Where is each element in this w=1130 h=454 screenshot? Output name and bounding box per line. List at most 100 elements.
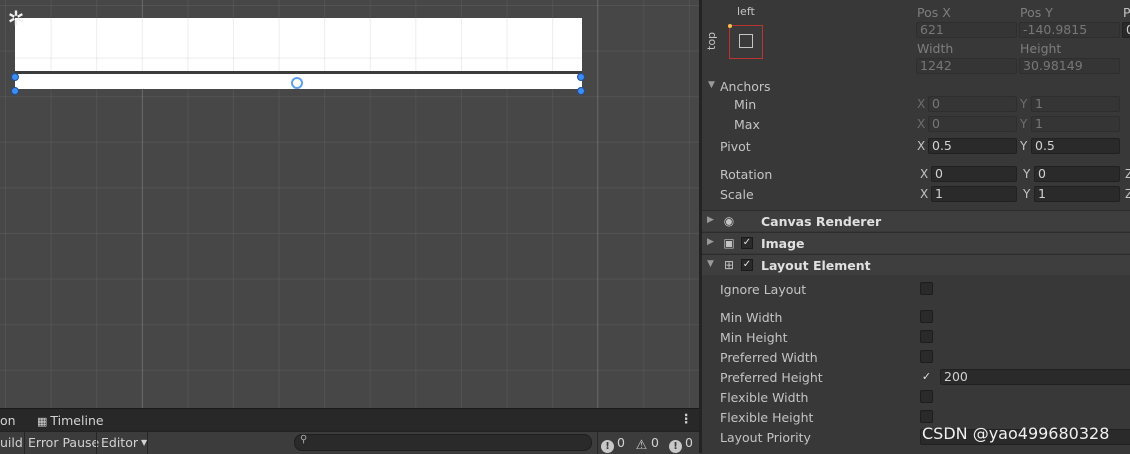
foldout-right-icon[interactable]: ▶ [707,215,714,225]
anchor-min-y-field[interactable]: 1 [1031,96,1120,112]
flexible-width-label: Flexible Width [720,390,809,405]
anchors-foldout-icon[interactable]: ▼ [708,80,715,90]
preferred-height-label: Preferred Height [720,370,823,385]
rotation-z-axis: Z [1125,167,1130,181]
canvas-renderer-header[interactable]: ▶ ◉ Canvas Renderer [702,210,1130,231]
rotation-x-axis: X [920,167,929,181]
preferred-height-checkbox[interactable]: ✓ [920,370,933,383]
editor-dropdown[interactable]: Editor ▼ [101,435,147,450]
pivot-y-field[interactable]: 0.5 [1031,138,1120,154]
min-width-label: Min Width [720,310,783,325]
min-height-checkbox[interactable] [920,330,933,343]
min-height-label: Min Height [720,330,788,345]
tab-timeline[interactable]: ▦ Timeline [37,413,104,428]
error-pause-build-button[interactable]: uild [0,435,23,450]
scale-label: Scale [720,187,754,202]
separator [597,432,598,454]
scale-x-field[interactable]: 1 [931,186,1017,202]
inspector-panel: left top Pos X Pos Y P 621 -140.9815 0 W… [702,0,1130,453]
pivot-handle[interactable] [291,77,303,89]
eye-icon: ◉ [723,214,735,228]
flexible-width-checkbox[interactable] [920,390,933,403]
rect-handle-top-right[interactable] [577,73,585,81]
height-field[interactable]: 30.98149 [1019,58,1120,74]
anchor-min-x-field[interactable]: 0 [928,96,1017,112]
rect-handle-bottom-right[interactable] [577,87,585,95]
error-pause-button[interactable]: Error Pause [28,435,99,450]
flexible-height-checkbox[interactable] [920,410,933,423]
separator [147,432,148,454]
pos-y-label: Pos Y [1020,5,1053,20]
scale-y-field[interactable]: 1 [1034,186,1120,202]
pos-y-field[interactable]: -140.9815 [1019,22,1120,38]
foldout-down-icon[interactable]: ▼ [707,259,714,269]
anchor-max-label: Max [734,117,760,132]
separator [96,432,97,454]
pivot-y-axis: Y [1020,139,1028,153]
ignore-layout-label: Ignore Layout [720,282,807,297]
anchors-label[interactable]: Anchors [720,79,771,94]
anchor-max-x-axis: X [917,117,926,131]
layout-element-icon: ⊞ [723,258,735,272]
ui-panel-object[interactable] [15,18,582,71]
anchor-min-y-axis: Y [1020,97,1028,111]
rect-handle-top-left[interactable] [11,73,19,81]
anchor-preset-button[interactable] [728,24,763,59]
layout-element-enabled-checkbox[interactable]: ✓ [741,259,753,271]
scale-z-axis: Z [1125,187,1130,201]
film-icon: ▦ [37,415,48,428]
anchor-max-x-field[interactable]: 0 [928,116,1017,132]
image-enabled-checkbox[interactable]: ✓ [741,237,753,249]
anchor-max-y-field[interactable]: 1 [1031,116,1120,132]
pivot-x-axis: X [917,139,926,153]
scene-view[interactable]: ✲ [0,0,699,408]
width-field[interactable]: 1242 [916,58,1017,74]
rotation-label: Rotation [720,167,773,182]
min-width-checkbox[interactable] [920,310,933,323]
log-count: 0 [617,435,625,450]
flexible-height-label: Flexible Height [720,410,814,425]
ignore-layout-checkbox[interactable] [920,282,933,295]
scale-y-axis: Y [1023,187,1031,201]
warning-count: 0 [651,435,659,450]
rect-handle-bottom-left[interactable] [11,87,19,95]
image-component-header[interactable]: ▶ ▣ ✓ Image [702,232,1130,253]
separator [24,432,25,454]
more-menu-icon[interactable]: ⋮ [680,411,693,426]
error-count: 0 [685,435,693,450]
watermark-text: CSDN @yao499680328 [922,424,1110,443]
anchor-gizmo-icon[interactable]: ✲ [4,6,28,30]
preferred-height-field[interactable]: 200 [940,369,1130,385]
pivot-label: Pivot [720,139,751,154]
preferred-width-checkbox[interactable] [920,350,933,363]
anchor-max-y-axis: Y [1020,117,1028,131]
rotation-x-field[interactable]: 0 [931,166,1017,182]
rotation-y-field[interactable]: 0 [1034,166,1120,182]
layout-priority-label: Layout Priority [720,430,811,445]
rotation-y-axis: Y [1023,167,1031,181]
anchor-preset-left-label: left [737,5,755,18]
layout-element-header[interactable]: ▼ ⊞ ✓ Layout Element [702,254,1130,275]
warning-icon: ⚠ [635,438,648,453]
warning-count-toggle[interactable]: ⚠ 0 [635,435,659,452]
tab-timeline-label: Timeline [50,413,104,428]
log-count-toggle[interactable]: ! 0 [601,435,625,453]
console-search-input[interactable]: ⚲ [294,434,592,451]
anchor-min-x-axis: X [917,97,926,111]
canvas-renderer-title: Canvas Renderer [761,214,882,229]
pos-z-label: P [1123,5,1130,20]
preferred-width-label: Preferred Width [720,350,818,365]
foldout-right-icon[interactable]: ▶ [707,237,714,247]
console-toolbar: uild Error Pause Editor ▼ ⚲ ! 0 ⚠ 0 ! 0 [0,431,699,454]
pos-z-field[interactable]: 0 [1122,22,1130,38]
layout-element-title: Layout Element [761,258,871,273]
error-count-toggle[interactable]: ! 0 [669,435,693,453]
image-component-title: Image [761,236,805,251]
width-label: Width [917,41,954,56]
pos-x-field[interactable]: 621 [916,22,1017,38]
error-icon: ! [669,440,682,453]
tab-animation[interactable]: on [0,413,16,428]
height-label: Height [1020,41,1062,56]
pos-x-label: Pos X [917,5,951,20]
pivot-x-field[interactable]: 0.5 [928,138,1017,154]
